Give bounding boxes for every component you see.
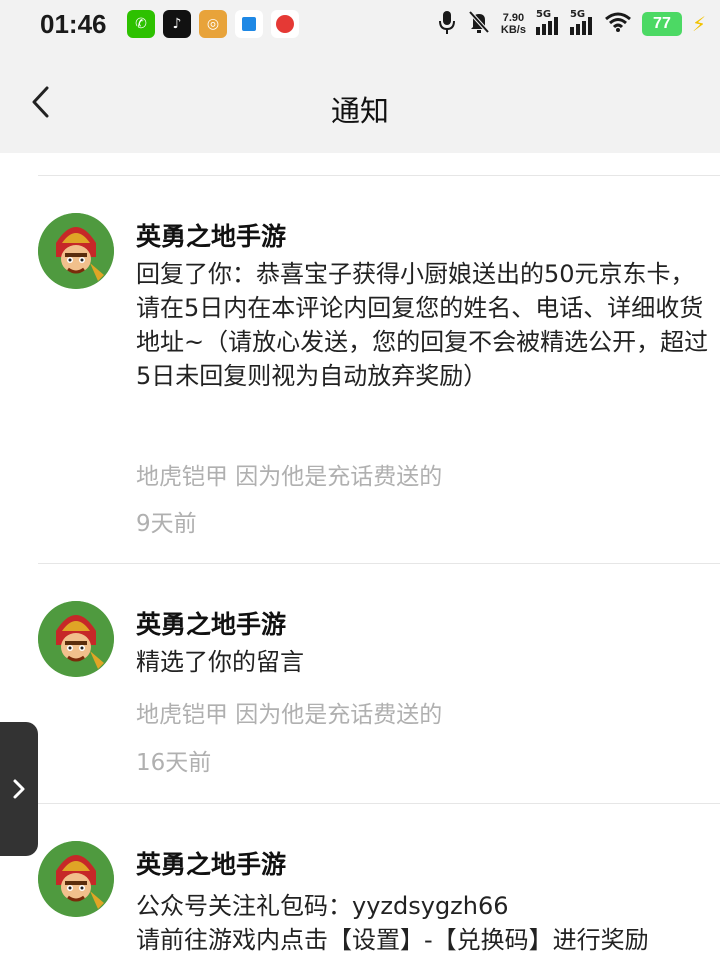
- app-icon-4: [235, 10, 263, 38]
- page-title: 通知: [330, 94, 389, 128]
- status-indicators: 7.90 KB/s 5G 5G 77 ⚡: [437, 9, 706, 39]
- side-panel-handle[interactable]: [0, 722, 38, 856]
- notification-text: 精选了你的留言: [136, 648, 304, 676]
- app-icon-3: ◎: [199, 10, 227, 38]
- user-name[interactable]: 英勇之地手游: [136, 845, 286, 881]
- list-item[interactable]: 英勇之地手游 精选了你的留言 地虎铠甲 因为他是充话费送的 16天前: [0, 563, 720, 803]
- list-item[interactable]: 英勇之地手游 公众号关注礼包码：yyzdsygzh66 请前往游戏内点击【设置】…: [0, 803, 720, 960]
- signal-1-label: 5G: [535, 9, 552, 20]
- mute-bell-icon: [467, 9, 491, 39]
- notification-app-icons: ✆ ♪ ◎: [127, 10, 299, 38]
- notification-text-line-1: 公众号关注礼包码：yyzdsygzh66: [136, 892, 509, 920]
- app-icon-5: [271, 10, 299, 38]
- network-speed-unit: KB/s: [500, 24, 526, 36]
- tiktok-icon: ♪: [163, 10, 191, 38]
- avatar[interactable]: [38, 841, 114, 917]
- avatar[interactable]: [38, 601, 114, 677]
- avatar[interactable]: [38, 213, 114, 289]
- timestamp: 9天前: [136, 511, 197, 537]
- list-item[interactable]: 英勇之地手游 回复了你：恭喜宝子获得小厨娘送出的50元京东卡，请在5日内在本评论…: [0, 175, 720, 563]
- wifi-icon: [604, 11, 632, 37]
- status-time: 01:46: [40, 9, 107, 39]
- chevron-right-icon: [13, 779, 25, 799]
- signal-2-icon: 5G: [569, 9, 594, 35]
- notification-text: 回复了你：恭喜宝子获得小厨娘送出的50元京东卡，请在5日内在本评论内回复您的姓名…: [136, 260, 709, 390]
- microphone-icon: [437, 9, 457, 39]
- user-name[interactable]: 英勇之地手游: [136, 605, 286, 641]
- notification-list[interactable]: 英勇之地手游 回复了你：恭喜宝子获得小厨娘送出的50元京东卡，请在5日内在本评论…: [0, 153, 720, 960]
- signal-1-icon: 5G: [535, 9, 560, 35]
- signal-2-label: 5G: [569, 9, 586, 20]
- quoted-comment[interactable]: 地虎铠甲 因为他是充话费送的: [136, 457, 442, 491]
- status-bar: 01:46 ✆ ♪ ◎ 7.90 KB/s 5G 5G 77 ⚡: [0, 0, 720, 50]
- wechat-icon: ✆: [127, 10, 155, 38]
- notification-text-line-2: 请前往游戏内点击【设置】-【兑换码】进行奖励: [136, 926, 649, 954]
- quoted-comment[interactable]: 地虎铠甲 因为他是充话费送的: [136, 695, 442, 729]
- network-speed-value: 7.90: [502, 12, 525, 24]
- charging-bolt-icon: ⚡: [691, 12, 706, 36]
- nav-bar: 通知: [0, 50, 720, 153]
- battery-indicator: 77: [641, 12, 682, 36]
- network-speed: 7.90 KB/s: [501, 12, 526, 36]
- user-name[interactable]: 英勇之地手游: [136, 217, 286, 253]
- timestamp: 16天前: [136, 750, 212, 776]
